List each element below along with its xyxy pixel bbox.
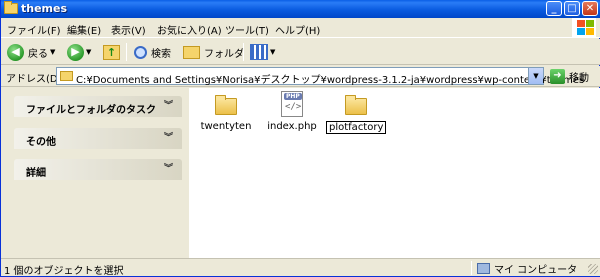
file-item-plotfactory[interactable]: plotfactory xyxy=(326,95,387,134)
close-button[interactable]: ✕ xyxy=(582,1,598,16)
go-label: 移動 xyxy=(569,73,589,84)
status-divider xyxy=(471,261,472,275)
folder-icon xyxy=(215,95,237,115)
views-icon xyxy=(250,44,268,60)
search-icon xyxy=(134,45,147,59)
windows-logo-icon xyxy=(572,18,596,37)
explorer-window: themes _ □ ✕ ファイル(F) 編集(E) 表示(V) お気に入り(A… xyxy=(0,0,600,277)
php-file-icon: PHP </> xyxy=(281,91,303,117)
menu-favorites[interactable]: お気に入り(A) xyxy=(157,22,222,37)
status-location: マイ コンピュータ xyxy=(477,261,577,276)
toolbar-separator xyxy=(243,43,244,61)
search-button[interactable]: 検索 xyxy=(134,42,171,62)
toolbar-separator xyxy=(126,43,127,61)
rename-input[interactable]: plotfactory xyxy=(326,121,387,134)
task-group-file-folder[interactable]: ファイルとフォルダのタスク ︾ xyxy=(14,96,182,117)
folder-icon xyxy=(4,1,18,14)
folder-icon xyxy=(345,95,367,115)
menu-file[interactable]: ファイル(F) xyxy=(7,22,61,37)
chevron-down-icon[interactable]: ︾ xyxy=(162,132,175,145)
folder-icon xyxy=(60,71,73,81)
folders-button[interactable]: フォルダ xyxy=(183,42,244,62)
up-folder-icon: ↑ xyxy=(103,44,120,60)
folders-label: フォルダ xyxy=(204,48,244,60)
task-group-details[interactable]: 詳細 ︾ xyxy=(14,159,182,180)
resize-grip[interactable] xyxy=(588,264,598,274)
chevron-down-icon[interactable]: ︾ xyxy=(162,163,175,176)
menu-help[interactable]: ヘルプ(H) xyxy=(275,22,320,37)
file-list: twentyten PHP </> index.php plotfactory xyxy=(189,88,600,258)
views-button[interactable]: ▼ xyxy=(250,42,275,62)
file-name: index.php xyxy=(267,121,317,132)
menu-edit[interactable]: 編集(E) xyxy=(67,22,101,37)
forward-button[interactable]: ▶ ▼ xyxy=(67,42,91,62)
status-bar: 1 個のオブジェクトを選択 マイ コンピュータ xyxy=(1,258,600,277)
go-button[interactable]: ➜ 移動 xyxy=(550,68,589,85)
my-computer-icon xyxy=(477,263,490,274)
content-area: ファイルとフォルダのタスク ︾ その他 ︾ 詳細 ︾ twentyten PHP… xyxy=(1,88,600,258)
task-group-other[interactable]: その他 ︾ xyxy=(14,128,182,149)
go-arrow-icon: ➜ xyxy=(550,69,565,84)
window-title: themes xyxy=(21,2,68,15)
task-group-title: 詳細 xyxy=(26,168,46,179)
status-selection-text: 1 個のオブジェクトを選択 xyxy=(4,266,124,277)
address-label: アドレス(D) xyxy=(6,74,62,85)
file-name: twentyten xyxy=(200,121,252,132)
task-group-title: その他 xyxy=(26,137,56,148)
title-bar[interactable]: themes _ □ ✕ xyxy=(1,0,600,18)
file-item-index-php[interactable]: PHP </> index.php xyxy=(262,91,322,132)
back-label: 戻る xyxy=(28,48,48,60)
back-arrow-icon: ◀ xyxy=(7,43,24,61)
menu-view[interactable]: 表示(V) xyxy=(111,22,146,37)
maximize-button[interactable]: □ xyxy=(564,1,580,16)
back-button[interactable]: ◀ 戻る ▼ xyxy=(7,42,55,62)
chevron-down-icon[interactable]: ︾ xyxy=(162,100,175,113)
views-dropdown-icon[interactable]: ▼ xyxy=(270,48,275,56)
address-bar: アドレス(D) C:¥Documents and Settings¥Norisa… xyxy=(1,66,600,87)
menu-bar: ファイル(F) 編集(E) 表示(V) お気に入り(A) ツール(T) ヘルプ(… xyxy=(1,18,600,38)
folders-icon xyxy=(183,45,200,59)
minimize-button[interactable]: _ xyxy=(546,1,562,16)
search-label: 検索 xyxy=(151,48,171,60)
php-badge: PHP xyxy=(284,93,302,100)
status-location-text: マイ コンピュータ xyxy=(494,265,578,276)
forward-dropdown-icon[interactable]: ▼ xyxy=(86,48,91,56)
address-path: C:¥Documents and Settings¥Norisa¥デスクトップ¥… xyxy=(76,75,585,86)
file-item-twentyten[interactable]: twentyten xyxy=(196,95,256,132)
address-dropdown-icon[interactable]: ▼ xyxy=(528,68,543,84)
task-group-title: ファイルとフォルダのタスク xyxy=(26,105,156,116)
up-folder-button[interactable]: ↑ xyxy=(103,42,120,62)
menu-tools[interactable]: ツール(T) xyxy=(225,22,269,37)
task-pane: ファイルとフォルダのタスク ︾ その他 ︾ 詳細 ︾ xyxy=(1,88,189,258)
toolbar: ◀ 戻る ▼ ▶ ▼ ↑ 検索 フォルダ ▼ xyxy=(1,39,600,65)
back-dropdown-icon[interactable]: ▼ xyxy=(50,48,55,56)
address-input[interactable]: C:¥Documents and Settings¥Norisa¥デスクトップ¥… xyxy=(56,67,584,86)
forward-arrow-icon: ▶ xyxy=(67,43,84,61)
